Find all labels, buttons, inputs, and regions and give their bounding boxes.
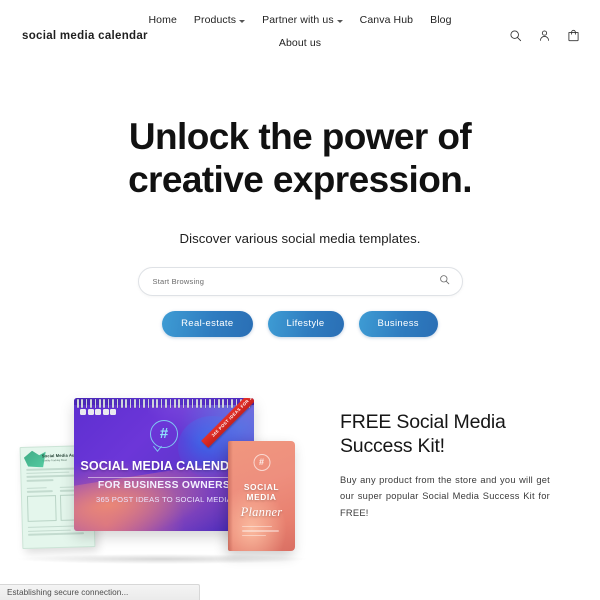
hero-subtitle: Discover various social media templates. bbox=[179, 230, 421, 246]
nav-item-label: About us bbox=[278, 37, 322, 49]
calendar-divider bbox=[88, 476, 240, 478]
twitter-icon bbox=[110, 408, 116, 415]
success-kit-description: Buy any product from the store and you w… bbox=[340, 474, 550, 519]
nav-item-home[interactable]: Home bbox=[148, 14, 176, 26]
success-kit-section: Social Media Audit Monthly Tracking Shee… bbox=[0, 383, 600, 568]
site-header: social media calendar Home Products Part… bbox=[0, 0, 600, 74]
chip-real-estate[interactable]: Real-estate bbox=[162, 310, 253, 337]
account-icon[interactable] bbox=[538, 29, 551, 42]
nav-item-label: Home bbox=[148, 14, 177, 26]
planner-hashtag-icon: # bbox=[253, 453, 270, 471]
planner-script-word: Planner bbox=[240, 504, 283, 519]
calendar-subtitle: FOR BUSINESS OWNERS bbox=[97, 479, 231, 491]
nav-row-secondary: About us bbox=[279, 37, 321, 49]
planner-decorative-lines bbox=[242, 526, 285, 539]
calendar-social-icons bbox=[80, 408, 116, 415]
product-bundle-image: Social Media Audit Monthly Tracking Shee… bbox=[0, 383, 330, 568]
planner-title-line-1: SOCIAL bbox=[243, 481, 280, 492]
search-input[interactable] bbox=[152, 276, 439, 286]
nav-row-primary: Home Products Partner with us Canva Hub … bbox=[148, 14, 451, 26]
bundle-drop-shadow bbox=[18, 553, 306, 564]
chip-business[interactable]: Business bbox=[358, 310, 438, 337]
hero-search-bar[interactable] bbox=[137, 266, 463, 296]
nav-item-about-us[interactable]: About us bbox=[279, 37, 321, 49]
chevron-down-icon bbox=[336, 19, 343, 23]
pinterest-icon bbox=[95, 408, 101, 415]
hashtag-bubble-icon: # bbox=[150, 419, 178, 448]
nav-item-label: Products bbox=[193, 14, 237, 26]
calendar-tagline: 365 POST IDEAS TO SOCIAL MEDIA bbox=[96, 494, 232, 504]
calendar-spiral-binding bbox=[77, 398, 251, 408]
facebook-icon bbox=[87, 408, 94, 415]
nav-item-label: Blog bbox=[430, 14, 452, 26]
planner-title: SOCIAL MEDIA bbox=[228, 481, 295, 503]
calendar-title: SOCIAL MEDIA CALENDAR bbox=[80, 458, 248, 473]
page-title: Unlock the power of creative expression. bbox=[0, 116, 600, 202]
planner-book-mockup: # SOCIAL MEDIA Planner bbox=[228, 440, 295, 551]
instagram-icon bbox=[80, 408, 86, 415]
header-icon-group bbox=[509, 29, 580, 42]
hero-title-line-1: Unlock the power of bbox=[128, 116, 472, 157]
calendar-mockup: # SOCIAL MEDIA CALENDAR FOR BUSINESS OWN… bbox=[74, 397, 254, 531]
search-submit-icon[interactable] bbox=[439, 272, 450, 290]
audit-column bbox=[26, 484, 57, 522]
success-kit-title-line-2: Success Kit! bbox=[340, 435, 445, 458]
success-kit-title-line-1: FREE Social Media bbox=[340, 410, 506, 433]
nav-item-products[interactable]: Products bbox=[193, 14, 246, 26]
nav-item-partner-with-us[interactable]: Partner with us bbox=[262, 14, 343, 26]
success-kit-copy: FREE Social Media Success Kit! Buy any p… bbox=[330, 383, 600, 522]
hero-title-line-2: creative expression. bbox=[128, 158, 472, 200]
nav-item-label: Canva Hub bbox=[359, 14, 414, 26]
browser-status-bar: Establishing secure connection... bbox=[0, 584, 200, 600]
nav-item-label: Partner with us bbox=[262, 14, 334, 26]
chevron-down-icon bbox=[239, 19, 246, 23]
nav-item-canva-hub[interactable]: Canva Hub bbox=[360, 14, 413, 26]
planner-title-line-2: MEDIA bbox=[246, 491, 277, 502]
success-kit-title: FREE Social Media Success Kit! bbox=[340, 410, 550, 459]
search-icon[interactable] bbox=[509, 29, 522, 42]
category-chip-group: Real-estate Lifestyle Business bbox=[0, 310, 600, 337]
chip-lifestyle[interactable]: Lifestyle bbox=[267, 310, 344, 337]
hero-section: Unlock the power of creative expression.… bbox=[0, 74, 600, 337]
nav-item-blog[interactable]: Blog bbox=[430, 14, 451, 26]
cart-icon[interactable] bbox=[567, 29, 580, 42]
linkedin-icon bbox=[102, 408, 109, 415]
